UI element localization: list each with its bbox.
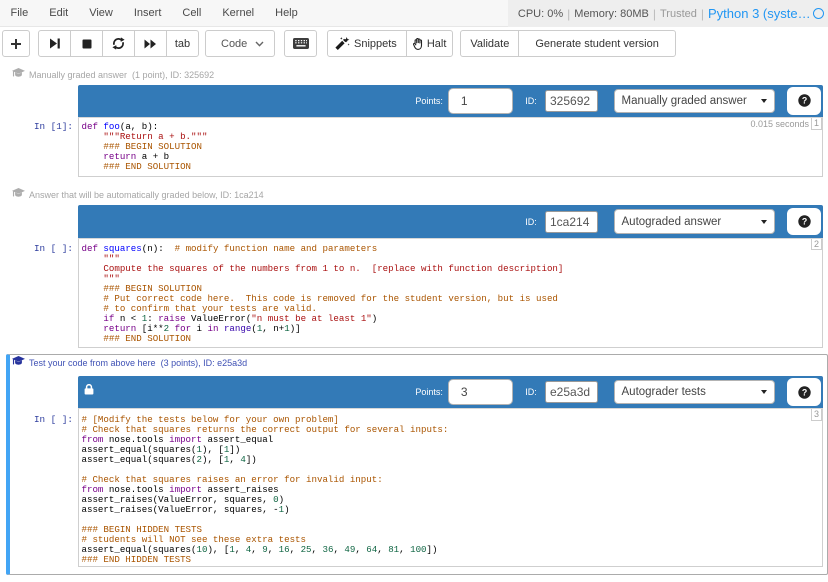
svg-text:?: ?: [801, 387, 806, 397]
svg-text:?: ?: [801, 96, 806, 106]
svg-text:?: ?: [801, 217, 806, 227]
